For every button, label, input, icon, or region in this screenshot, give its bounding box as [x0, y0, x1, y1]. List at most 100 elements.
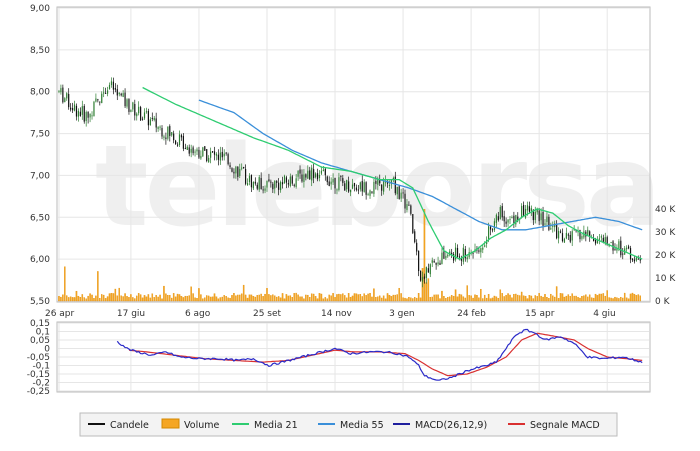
volume-bar: [635, 295, 638, 302]
volume-bar: [573, 295, 575, 302]
candle-body: [571, 231, 573, 241]
volume-bar: [126, 296, 128, 302]
candle-body: [289, 176, 291, 186]
volume-bar: [544, 294, 546, 302]
volume-bar: [229, 297, 231, 302]
volume-bar: [283, 298, 286, 302]
volume-bar: [404, 297, 406, 302]
volume-bar: [448, 296, 451, 302]
legend-label: Candele: [110, 420, 149, 431]
candle-body: [75, 105, 78, 117]
candle-body: [367, 194, 369, 196]
volume-bar: [394, 294, 397, 302]
volume-bar: [452, 295, 455, 302]
candle-body: [83, 106, 85, 122]
volume-bar: [493, 295, 496, 302]
candle-body: [303, 174, 305, 183]
candle-body: [299, 169, 301, 174]
candle-body: [404, 193, 406, 209]
candle-body: [472, 252, 474, 254]
candle-body: [406, 204, 408, 210]
volume-bar: [443, 296, 445, 302]
volume-bar: [116, 295, 119, 302]
volume-bar: [513, 294, 515, 302]
candle-body: [180, 135, 183, 138]
volume-y-tick: 20 K: [655, 251, 676, 261]
volume-bar: [445, 298, 447, 302]
candle-body: [610, 242, 612, 244]
candle-body: [248, 175, 251, 183]
candle-body: [208, 157, 210, 163]
volume-bar: [303, 298, 305, 302]
volume-bar: [425, 282, 428, 302]
candle-body: [371, 191, 373, 193]
candle-body: [175, 140, 177, 145]
candle-body: [419, 270, 422, 281]
volume-bar: [169, 295, 171, 302]
candle-body: [219, 152, 221, 161]
candle-body: [274, 180, 276, 189]
volume-bar: [287, 295, 290, 302]
volume-bar: [89, 293, 91, 302]
volume-bar: [159, 294, 161, 302]
candle-body: [85, 112, 87, 121]
candle-body: [206, 149, 208, 161]
volume-bar: [112, 293, 115, 302]
candle-body: [336, 189, 338, 191]
volume-bar: [196, 298, 198, 302]
candle-body: [445, 255, 447, 259]
volume-bar: [128, 297, 130, 302]
candle-body: [116, 89, 118, 96]
candle-body: [637, 258, 639, 260]
candle-body: [639, 259, 641, 261]
volume-bar: [215, 296, 218, 302]
candle-body: [398, 186, 400, 200]
candle-body: [534, 211, 536, 221]
volume-bar: [610, 297, 612, 302]
candle-body: [567, 234, 569, 236]
volume-bar: [602, 293, 605, 302]
volume-bar: [120, 295, 122, 302]
volume-bar: [363, 293, 365, 302]
candle-body: [229, 165, 231, 168]
candle-body: [627, 246, 630, 249]
candle-body: [268, 179, 270, 182]
volume-bar: [281, 293, 284, 302]
volume-bar: [270, 295, 272, 302]
volume-bar: [524, 295, 527, 302]
volume-bar: [577, 297, 579, 302]
candle-body: [563, 238, 566, 243]
volume-bar: [450, 295, 453, 302]
candle-body: [70, 107, 72, 110]
candle-body: [414, 231, 416, 243]
volume-bar: [130, 294, 132, 302]
candle-body: [71, 108, 74, 111]
volume-bar: [102, 294, 105, 302]
volume-bar: [548, 298, 550, 302]
volume-bar: [65, 295, 68, 302]
candle-body: [375, 181, 377, 184]
candle-body: [279, 181, 282, 191]
volume-bar: [204, 297, 206, 302]
candle-body: [291, 176, 293, 184]
candle-body: [548, 216, 550, 230]
candle-body: [239, 168, 241, 176]
candle-body: [313, 169, 315, 179]
candle-body: [171, 132, 173, 136]
volume-bar: [550, 293, 552, 302]
candle-body: [283, 175, 286, 184]
candle-body: [297, 170, 299, 177]
candle-body: [495, 214, 497, 223]
x-tick: 3 gen: [389, 309, 415, 319]
candle-body: [60, 88, 62, 93]
volume-bar: [143, 295, 146, 302]
candle-body: [153, 117, 155, 120]
volume-bar: [182, 297, 185, 302]
volume-bar: [97, 271, 99, 302]
candle-body: [581, 236, 583, 239]
candle-body: [559, 231, 562, 233]
candle-body: [262, 189, 264, 191]
volume-bar: [213, 293, 216, 302]
volume-bar: [225, 296, 227, 302]
candle-body: [270, 181, 272, 183]
